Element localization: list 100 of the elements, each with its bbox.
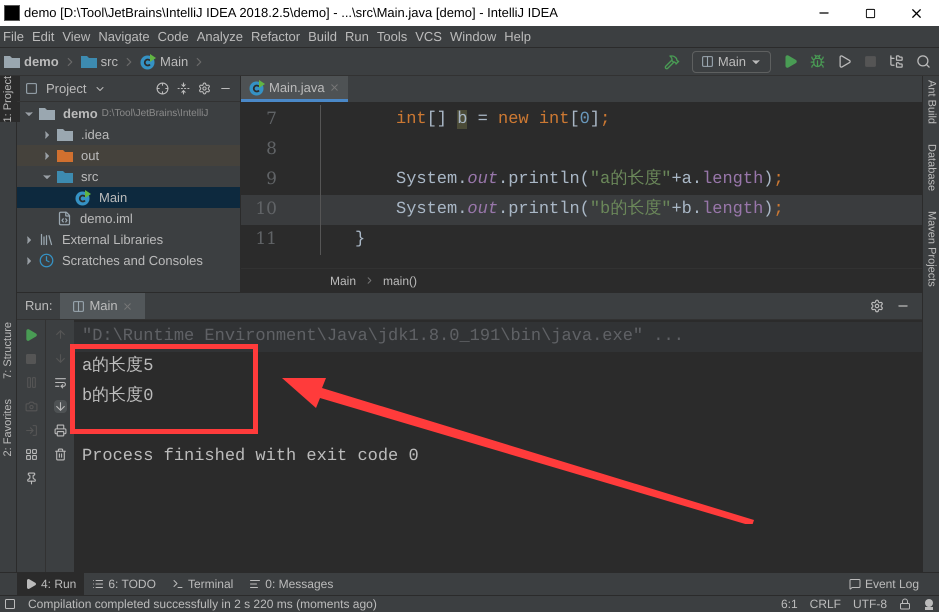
tool-window-tab[interactable]: 7: Structure [0,322,20,380]
tree-item[interactable]: demo.iml [17,208,240,229]
class-icon [140,54,156,70]
search-icon[interactable] [916,54,931,69]
breadcrumb-item[interactable]: main() [383,272,418,290]
code-line: System.out.println("b的长度"+b.length); [396,198,784,222]
window-icon [700,55,714,68]
folder-icon [57,149,73,162]
tree-item-label: Scratches and Consoles [62,252,203,270]
tool-window-tab[interactable]: Maven Projects [918,211,939,287]
menu-item[interactable]: Run [342,26,372,46]
debug-icon[interactable] [810,54,825,69]
run-icon[interactable] [783,54,798,69]
tool-window-tab[interactable]: 4: Run [17,573,84,595]
folder-icon [57,128,73,141]
locate-icon[interactable] [156,82,169,95]
panel-title[interactable]: Project [46,78,86,98]
terminal-icon [172,578,184,590]
menu-item[interactable]: Window [446,26,500,46]
code-line: } [355,229,366,252]
status-icon [4,598,16,610]
menu-item[interactable]: Build [305,26,340,46]
module-folder-icon [39,107,55,120]
soft-wrap-icon[interactable] [54,376,66,389]
coverage-icon[interactable] [837,54,852,69]
inspector-icon[interactable] [923,598,935,610]
project-structure-icon[interactable] [889,54,904,69]
folder-icon [57,170,73,183]
menu-item[interactable]: Analyze [194,26,246,46]
print-icon[interactable] [54,424,66,437]
tree-item[interactable]: Scratches and Consoles [17,250,240,271]
line-separator[interactable]: CRLF [810,595,841,612]
caret-position[interactable]: 6:1 [780,595,798,612]
tool-window-tab[interactable]: Terminal [164,573,242,595]
status-message: Compilation completed successfully in 2 s 220 ms (moments ago) [28,596,377,612]
breadcrumb-item[interactable]: Main [330,272,356,290]
code-line: System.out.println("a的长度"+a.length); [396,168,784,192]
run-tab[interactable]: Main [60,293,145,319]
file-icon [57,211,72,226]
tool-window-tab[interactable]: Ant Build [918,80,939,124]
menu-item[interactable]: Tools [374,26,410,46]
pin-icon[interactable] [24,472,38,485]
window-icon [72,300,86,312]
maximize-icon [864,8,876,18]
scroll-to-end-icon[interactable] [54,400,66,413]
run-config-dropdown[interactable]: Main [692,50,771,72]
line-number: 8 [265,138,278,162]
tree-item-label: src [81,168,98,186]
tree-item-label: out [81,146,100,165]
console-line: Process finished with exit code 0 [81,446,419,468]
message-icon [848,578,861,590]
tree-item-label: demo [63,104,98,123]
menu-item[interactable]: Refactor [248,26,304,46]
panel-icon [25,82,38,95]
tool-window-tab[interactable]: 0: Messages [241,573,342,595]
menu-item[interactable]: Code [154,26,192,46]
menu-item[interactable]: VCS [412,26,445,46]
encoding[interactable]: UTF-8 [853,595,887,612]
window-title: demo [D:\Tool\JetBrains\IntelliJ IDEA 2018.2.5\demo] - ...\src\Main.java [demo] - IntelliJ IDEA [24,4,558,22]
line-number: 9 [265,168,278,192]
messages-icon [249,578,262,590]
tree-item[interactable]: External Libraries [17,229,240,250]
run-label: Run: [24,297,54,316]
tool-window-tab[interactable]: Database [918,144,939,192]
line-number: 11 [254,228,278,252]
settings-icon[interactable] [198,82,211,95]
tree-item[interactable]: src [17,166,240,187]
tool-window-tab[interactable]: 1: Project [0,76,20,122]
folder-icon [80,55,97,68]
event-log-tab[interactable]: Event Log [848,575,919,593]
breadcrumb-item[interactable]: demo [24,52,59,72]
run-icon [25,578,37,590]
lock-icon[interactable] [899,598,911,610]
class-icon [75,190,91,206]
tree-item-label: External Libraries [62,230,164,249]
tool-window-tab[interactable]: 6: TODO [84,573,164,595]
menu-item[interactable]: View [59,26,94,46]
layout-icon[interactable] [24,448,38,461]
tree-item[interactable]: .idea [17,124,240,145]
app-logo-icon [4,5,20,21]
module-path: D:\Tool\JetBrains\IntelliJ [102,107,208,121]
tree-item[interactable]: out [17,145,240,166]
tree-item-label: Main [99,188,128,207]
menu-item[interactable]: Navigate [95,26,153,46]
menu-item[interactable]: File [0,26,27,46]
build-icon[interactable] [664,54,680,70]
breadcrumb-item[interactable]: Main [160,52,188,72]
collapse-icon[interactable] [177,82,190,95]
libraries-icon [39,232,54,247]
tree-item[interactable]: Main [17,187,240,208]
tree-item-label: demo.iml [80,210,133,228]
menu-item[interactable]: Edit [28,26,58,46]
tool-window-tab[interactable]: 2: Favorites [0,399,20,457]
menu-item[interactable]: Help [501,26,534,46]
trash-icon[interactable] [54,448,66,461]
class-icon [249,80,265,96]
breadcrumb-item[interactable]: src [100,52,118,72]
editor-tab[interactable]: Main.java [241,76,348,102]
rerun-icon[interactable] [24,328,38,342]
settings-icon[interactable] [870,299,884,313]
